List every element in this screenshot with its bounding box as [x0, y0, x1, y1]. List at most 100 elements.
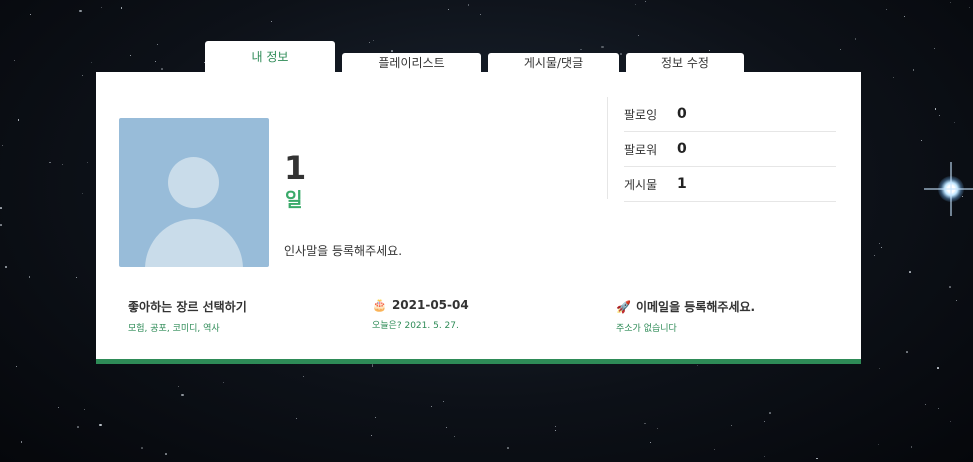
star-dot [961, 196, 963, 198]
star-dot [28, 276, 31, 278]
stat-label: 게시물 [624, 177, 658, 192]
star-dot [156, 43, 159, 46]
star-dot [76, 277, 78, 279]
today-date: 오늘은? 2021. 5. 27. [372, 321, 459, 331]
star-dot [555, 425, 557, 427]
star-dot [644, 422, 646, 425]
star-dot [877, 444, 879, 446]
stat-followers[interactable]: 팔로워 0 [624, 132, 836, 167]
stat-label: 팔로잉 [624, 107, 658, 122]
star-dot [933, 48, 935, 50]
star-dot [101, 7, 103, 9]
star-dot [371, 365, 374, 367]
greeting-text[interactable]: 인사말을 등록해주세요. [284, 242, 402, 259]
star-dot [49, 161, 51, 164]
stat-following[interactable]: 팔로잉 0 [624, 97, 836, 132]
star-dot [949, 421, 951, 423]
star-dot [77, 426, 79, 428]
star-dot [906, 351, 908, 353]
star-dot [141, 447, 143, 449]
tab-playlist[interactable]: 플레이리스트 [342, 53, 481, 72]
star-dot [954, 121, 956, 123]
star-dot [968, 6, 971, 9]
star-dot [82, 75, 84, 77]
star-dot [949, 286, 951, 288]
star-dot [893, 77, 895, 79]
star-dot [934, 108, 937, 110]
star-dot [430, 405, 432, 407]
avatar-head-shape [168, 157, 219, 208]
star-dot [1, 145, 3, 147]
star-dot [886, 8, 888, 10]
genre-list: 모험, 공포, 코미디, 역사 [128, 324, 220, 334]
stat-posts[interactable]: 게시물 1 [624, 167, 836, 202]
star-dot [130, 54, 132, 56]
star-dot [479, 13, 482, 16]
star-dot [467, 4, 470, 6]
star-dot [619, 52, 623, 56]
star-dot [4, 265, 8, 269]
star-dot [30, 13, 32, 15]
bright-star-decoration [924, 162, 973, 216]
profile-panel: 1 일 인사말을 등록해주세요. 팔로잉 0 팔로워 0 게시물 1 좋아하는 … [96, 72, 861, 364]
star-dot [181, 393, 184, 397]
star-dot [878, 242, 880, 244]
star-dot [731, 425, 733, 427]
star-dot [903, 15, 905, 17]
star-dot [938, 407, 940, 409]
star-dot [0, 224, 2, 226]
star-dot [881, 246, 883, 248]
star-dot [708, 49, 710, 51]
birthday-date: 2021-05-04 [391, 298, 469, 312]
cake-icon: 🎂 [372, 298, 387, 312]
avatar[interactable] [119, 118, 269, 267]
star-dot [120, 7, 123, 9]
star-dot [909, 271, 911, 273]
rocket-icon: 🚀 [616, 299, 631, 314]
star-dot [81, 192, 84, 195]
email-register-link[interactable]: 이메일을 등록해주세요. [636, 298, 755, 315]
star-dot [448, 9, 450, 11]
star-dot [879, 368, 881, 370]
star-dot [769, 412, 771, 414]
birthday-block: 🎂 2021-05-04 오늘은? 2021. 5. 27. [372, 298, 469, 331]
star-dot [372, 40, 374, 42]
star-dot [155, 61, 157, 63]
star-dot [601, 45, 604, 49]
star-dot [912, 69, 915, 71]
genre-select-link[interactable]: 좋아하는 장르 선택하기 [128, 298, 247, 315]
star-dot [874, 254, 876, 256]
email-block: 🚀 이메일을 등록해주세요. 주소가 없습니다 [616, 298, 755, 334]
tab-edit-info[interactable]: 정보 수정 [626, 53, 744, 72]
star-dot [634, 3, 636, 5]
star-dot [955, 299, 958, 302]
star-dot [925, 404, 927, 406]
star-dot [696, 364, 698, 366]
star-dot [763, 420, 765, 422]
star-dot [303, 375, 305, 377]
star-dot [165, 453, 167, 455]
star-dot [296, 417, 298, 419]
star-dot [161, 68, 163, 70]
star-dot [99, 423, 102, 427]
tab-posts-comments[interactable]: 게시물/댓글 [488, 53, 619, 72]
star-dot [939, 114, 941, 116]
star-dot [368, 41, 370, 43]
star-dot [816, 457, 818, 460]
tab-my-info[interactable]: 내 정보 [205, 41, 335, 72]
star-dot [507, 447, 509, 449]
star-dot [20, 441, 23, 443]
star-dot [86, 162, 88, 164]
star-dot [391, 50, 393, 52]
star-dot [854, 38, 857, 40]
star-dot [580, 48, 582, 51]
star-dot [222, 382, 224, 384]
star-dot [656, 427, 658, 429]
stat-value: 0 [677, 141, 687, 157]
stat-label: 팔로워 [624, 142, 658, 157]
star-dot [554, 430, 556, 432]
stat-value: 1 [677, 176, 687, 192]
star-dot [645, 1, 647, 3]
star-dot [442, 401, 444, 403]
star-dot [0, 207, 2, 209]
